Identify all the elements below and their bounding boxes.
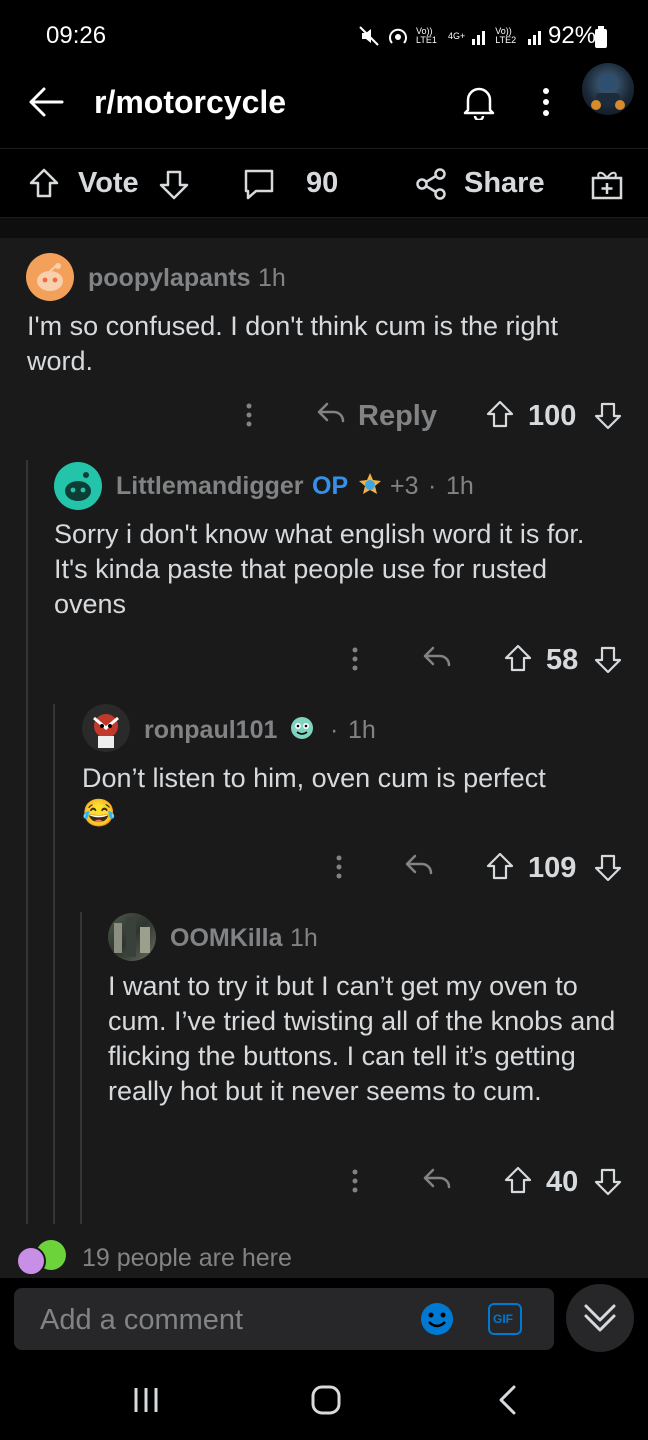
downvote-icon[interactable] <box>594 646 622 674</box>
more-options-icon[interactable] <box>244 402 254 428</box>
award-gift-icon[interactable] <box>590 167 624 201</box>
upvote-icon[interactable] <box>486 852 514 880</box>
avatar[interactable] <box>26 253 74 301</box>
sim1-label: Vo)) LTE1 <box>416 26 437 45</box>
thread-line-depth-2 <box>53 704 55 1224</box>
comment-username[interactable]: ronpaul101 <box>144 716 277 745</box>
dot-separator: · <box>330 716 339 744</box>
comment-username[interactable]: OOMKilla <box>170 924 283 953</box>
downvote-icon[interactable] <box>594 1168 622 1196</box>
comment-username[interactable]: poopylapants <box>88 264 251 293</box>
back-icon[interactable] <box>496 1384 520 1416</box>
reply-arrow-icon[interactable] <box>316 400 346 426</box>
avatar[interactable] <box>108 913 156 961</box>
comment-body: Don’t listen to him, oven cum is perfect <box>82 763 546 793</box>
more-options-icon[interactable] <box>540 86 552 118</box>
avatar[interactable] <box>54 462 102 510</box>
double-chevron-down-icon <box>584 1304 616 1332</box>
vote-label[interactable]: Vote <box>78 167 139 200</box>
gif-icon[interactable]: GIF <box>488 1303 522 1335</box>
avatar-badge-icon <box>291 717 313 739</box>
comment-username[interactable]: Littlemandigger <box>116 472 304 501</box>
top-app-bar: r/motorcycle <box>0 60 648 148</box>
comment-score: 109 <box>528 852 577 884</box>
comment-time: 1h <box>258 264 286 292</box>
downvote-icon[interactable] <box>594 854 622 882</box>
comment-input-placeholder[interactable]: Add a comment <box>40 1304 243 1337</box>
upvote-icon[interactable] <box>28 167 60 199</box>
share-icon[interactable] <box>414 167 448 201</box>
upvote-icon[interactable] <box>504 1166 532 1194</box>
upvote-icon[interactable] <box>504 644 532 672</box>
thread-line-depth-1 <box>26 460 28 1224</box>
home-icon[interactable] <box>310 1384 342 1416</box>
system-nav-bar <box>0 1360 648 1440</box>
signal-icon-2 <box>528 31 542 45</box>
downvote-icon[interactable] <box>158 169 190 201</box>
sim2-label: Vo)) LTE2 <box>495 26 517 45</box>
presence-avatar <box>16 1246 46 1276</box>
comment-icon[interactable] <box>242 167 276 201</box>
scroll-next-button[interactable] <box>566 1284 634 1352</box>
divider <box>0 218 648 238</box>
more-options-icon[interactable] <box>350 1168 360 1194</box>
subreddit-title[interactable]: r/motorcycle <box>94 84 286 121</box>
downvote-icon[interactable] <box>594 402 622 430</box>
comment-time: 1h <box>348 716 376 744</box>
comment-score: 100 <box>528 400 577 432</box>
emoji-icon[interactable] <box>420 1302 454 1336</box>
comment-body: I'm so confused. I don't think cum is th… <box>27 311 559 376</box>
more-options-icon[interactable] <box>350 646 360 672</box>
comment-thread <box>0 238 648 1278</box>
thread-line-depth-3 <box>80 912 82 1224</box>
comment-body: I want to try it but I can’t get my oven… <box>108 971 616 1106</box>
karma-count: +3 <box>390 472 419 500</box>
comment-body: Sorry i don't know what english word it … <box>54 519 585 619</box>
more-options-icon[interactable] <box>334 854 344 880</box>
mute-icon <box>359 26 379 46</box>
recent-apps-icon[interactable] <box>132 1386 160 1414</box>
battery-icon <box>595 26 607 48</box>
avatar[interactable] <box>82 704 130 752</box>
op-badge: OP <box>312 472 349 500</box>
gif-label: GIF <box>493 1312 513 1326</box>
hotspot-icon <box>389 28 407 44</box>
presence-text: 19 people are here <box>82 1244 292 1272</box>
reply-button[interactable]: Reply <box>358 400 437 433</box>
back-arrow-icon[interactable] <box>28 86 64 118</box>
user-avatar[interactable] <box>582 63 634 115</box>
comment-composer[interactable]: Add a comment GIF <box>14 1288 554 1350</box>
comment-score: 40 <box>546 1166 579 1198</box>
status-time: 09:26 <box>46 22 107 49</box>
reply-arrow-icon[interactable] <box>404 852 434 878</box>
comment-time: 1h <box>290 924 318 952</box>
comment-count[interactable]: 90 <box>306 167 338 200</box>
reply-arrow-icon[interactable] <box>422 1166 452 1192</box>
battery-level: 92% <box>548 22 597 49</box>
award-icon <box>359 473 381 494</box>
dot-separator: · <box>428 472 437 500</box>
comment-time: 1h <box>446 472 474 500</box>
comment-score: 58 <box>546 644 579 676</box>
share-label[interactable]: Share <box>464 167 545 200</box>
signal-icon-1 <box>472 31 486 45</box>
network-label: 4G+ <box>448 30 466 41</box>
laughing-emoji: 😂 <box>82 798 116 828</box>
status-icons: Vo)) LTE1 4G+ Vo)) LTE2 <box>358 24 545 48</box>
reply-arrow-icon[interactable] <box>422 644 452 670</box>
upvote-icon[interactable] <box>486 400 514 428</box>
post-action-bar: Vote 90 Share <box>0 148 648 218</box>
bell-icon[interactable] <box>462 84 496 120</box>
